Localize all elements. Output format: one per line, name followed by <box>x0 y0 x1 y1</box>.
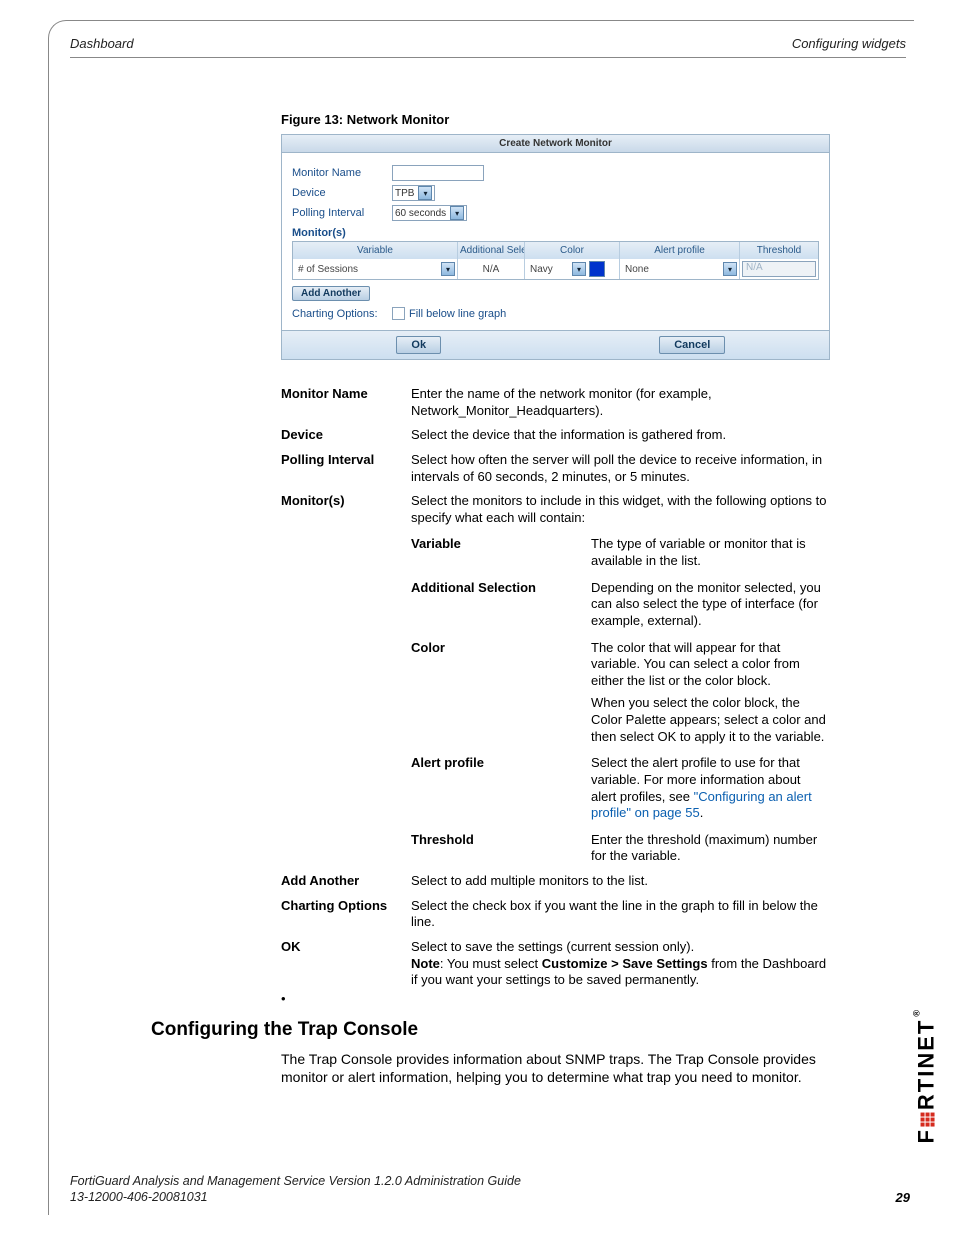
def-device-text: Select the device that the information i… <box>411 427 828 444</box>
addsel-cell: N/A <box>458 259 525 279</box>
bullet: • <box>281 991 286 1006</box>
footer-line1: FortiGuard Analysis and Management Servi… <box>70 1173 521 1189</box>
section-heading: Configuring the Trap Console <box>151 1019 418 1041</box>
def-charting-text: Select the check box if you want the lin… <box>411 898 828 931</box>
col-threshold: Threshold <box>740 242 818 259</box>
fortinet-logo: F RTINET ® <box>914 1010 940 1144</box>
alert-select[interactable]: None ▾ <box>622 262 737 276</box>
def-addanother-text: Select to add multiple monitors to the l… <box>411 873 828 890</box>
note-mid: : You must select <box>440 956 542 971</box>
color-value: Navy <box>530 264 553 275</box>
chevron-down-icon: ▾ <box>572 262 586 276</box>
def-polling-text: Select how often the server will poll th… <box>411 452 828 485</box>
brand-post: RTINET <box>914 1019 940 1110</box>
col-addsel: Additional Selection <box>458 242 525 259</box>
device-select-value: TPB <box>395 188 414 199</box>
def-addsel-text: Depending on the monitor selected, you c… <box>591 580 828 630</box>
color-swatch[interactable] <box>589 261 605 277</box>
def-color-text2: When you select the color block, the Col… <box>591 695 828 745</box>
def-alert-text-b: . <box>700 805 704 820</box>
def-variable-label: Variable <box>411 536 591 569</box>
col-variable: Variable <box>293 242 458 259</box>
def-device-label: Device <box>281 427 411 444</box>
def-color-text1: The color that will appear for that vari… <box>591 640 828 690</box>
def-monitor-name-text: Enter the name of the network monitor (f… <box>411 386 828 419</box>
label-monitors: Monitor(s) <box>292 227 819 239</box>
chevron-down-icon: ▾ <box>450 206 464 220</box>
add-another-button[interactable]: Add Another <box>292 286 370 301</box>
def-ok-text: Select to save the settings (current ses… <box>411 939 828 989</box>
def-color-label: Color <box>411 640 591 746</box>
brand-pre: F <box>914 1128 940 1143</box>
brand-tm: ® <box>912 1008 922 1017</box>
figure-caption: Figure 13: Network Monitor <box>281 112 449 127</box>
color-select[interactable]: Navy ▾ <box>527 262 586 276</box>
header-left: Dashboard <box>70 36 134 51</box>
def-variable-text: The type of variable or monitor that is … <box>591 536 828 569</box>
polling-select[interactable]: 60 seconds ▾ <box>392 205 467 221</box>
def-polling-label: Polling Interval <box>281 452 411 485</box>
variable-select[interactable]: # of Sessions ▾ <box>295 262 455 276</box>
section-body: The Trap Console provides information ab… <box>281 1050 828 1087</box>
def-monitors-text: Select the monitors to include in this w… <box>411 493 828 526</box>
monitors-table: Variable Additional Selection Color Aler… <box>292 241 819 280</box>
def-ok-label: OK <box>281 939 411 989</box>
page-number: 29 <box>896 1190 910 1205</box>
monitor-name-input[interactable] <box>392 165 484 181</box>
ok-button[interactable]: Ok <box>396 336 441 354</box>
footer-left: FortiGuard Analysis and Management Servi… <box>70 1173 521 1206</box>
def-threshold-label: Threshold <box>411 832 591 865</box>
page-header: Dashboard Configuring widgets <box>70 36 906 58</box>
def-ok-text-a: Select to save the settings (current ses… <box>411 939 828 956</box>
table-row: # of Sessions ▾ N/A Navy ▾ None ▾ <box>293 259 818 279</box>
dialog-title: Create Network Monitor <box>282 135 829 153</box>
def-alert-text: Select the alert profile to use for that… <box>591 755 828 822</box>
charting-text: Fill below line graph <box>409 308 506 320</box>
def-addsel-label: Additional Selection <box>411 580 591 630</box>
chevron-down-icon: ▾ <box>723 262 737 276</box>
field-descriptions: Monitor Name Enter the name of the netwo… <box>281 378 828 997</box>
col-alert: Alert profile <box>620 242 740 259</box>
charting-label: Charting Options: <box>292 308 392 320</box>
col-color: Color <box>525 242 620 259</box>
label-monitor-name: Monitor Name <box>292 167 392 179</box>
def-alert-label: Alert profile <box>411 755 591 822</box>
footer-line2: 13-12000-406-20081031 <box>70 1189 521 1205</box>
alert-value: None <box>625 264 649 275</box>
brand-red-icon <box>921 1112 935 1126</box>
variable-value: # of Sessions <box>298 264 358 275</box>
create-network-monitor-dialog: Create Network Monitor Monitor Name Devi… <box>281 134 830 360</box>
note-bold: Customize > Save Settings <box>542 956 708 971</box>
threshold-input[interactable]: N/A <box>742 261 816 277</box>
def-monitors-label: Monitor(s) <box>281 493 411 865</box>
header-right: Configuring widgets <box>792 36 906 51</box>
fill-below-checkbox[interactable] <box>392 307 405 320</box>
polling-select-value: 60 seconds <box>395 208 446 219</box>
def-addanother-label: Add Another <box>281 873 411 890</box>
device-select[interactable]: TPB ▾ <box>392 185 435 201</box>
def-threshold-text: Enter the threshold (maximum) number for… <box>591 832 828 865</box>
cancel-button[interactable]: Cancel <box>659 336 725 354</box>
def-charting-label: Charting Options <box>281 898 411 931</box>
chevron-down-icon: ▾ <box>441 262 455 276</box>
label-polling: Polling Interval <box>292 207 392 219</box>
def-monitor-name-label: Monitor Name <box>281 386 411 419</box>
label-device: Device <box>292 187 392 199</box>
note-label: Note <box>411 956 440 971</box>
chevron-down-icon: ▾ <box>418 186 432 200</box>
